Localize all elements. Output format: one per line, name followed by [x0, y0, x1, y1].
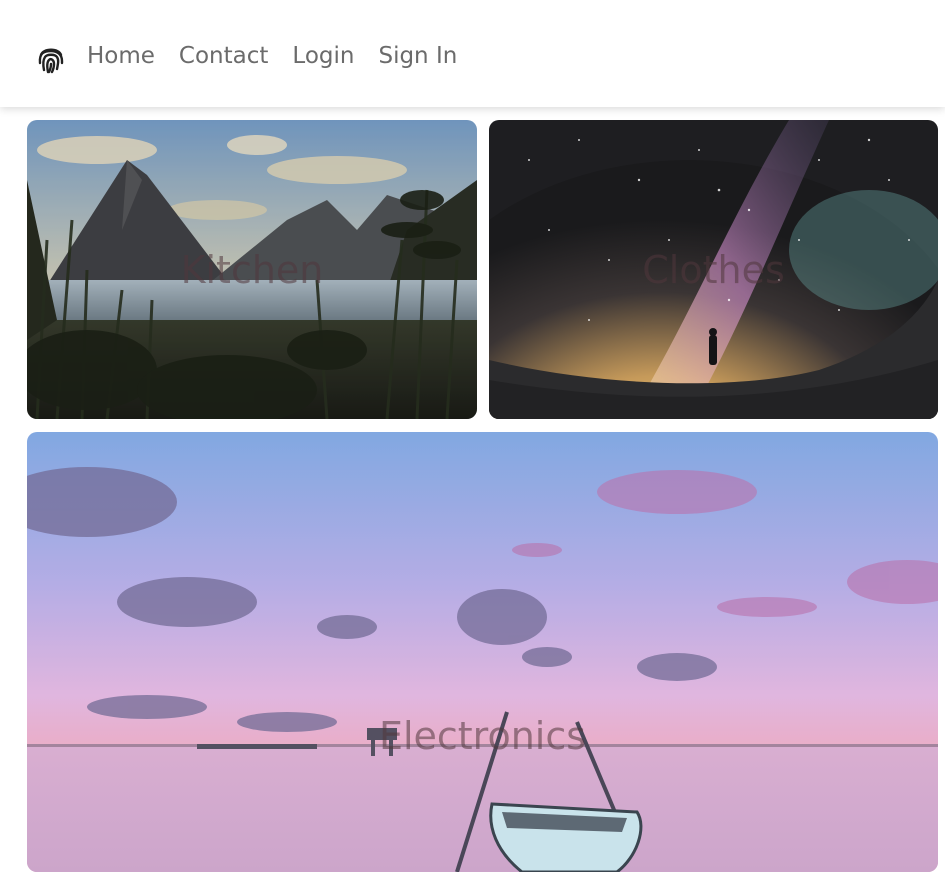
electronics-image [27, 432, 938, 872]
nav-home-link[interactable]: Home [87, 40, 155, 72]
navbar: Home Contact Login Sign In [0, 0, 945, 107]
nav-signin-link[interactable]: Sign In [378, 40, 457, 72]
fingerprint-icon[interactable] [35, 43, 67, 75]
clothes-image [489, 120, 938, 419]
nav-links: Home Contact Login Sign In [87, 40, 457, 72]
nav-contact-link[interactable]: Contact [179, 40, 268, 72]
nav-login-link[interactable]: Login [292, 40, 354, 72]
category-card-electronics[interactable]: Electronics [27, 432, 938, 872]
category-card-clothes[interactable]: Clothes [489, 120, 938, 419]
kitchen-image [27, 120, 477, 419]
category-card-kitchen[interactable]: Kitchen [27, 120, 477, 419]
